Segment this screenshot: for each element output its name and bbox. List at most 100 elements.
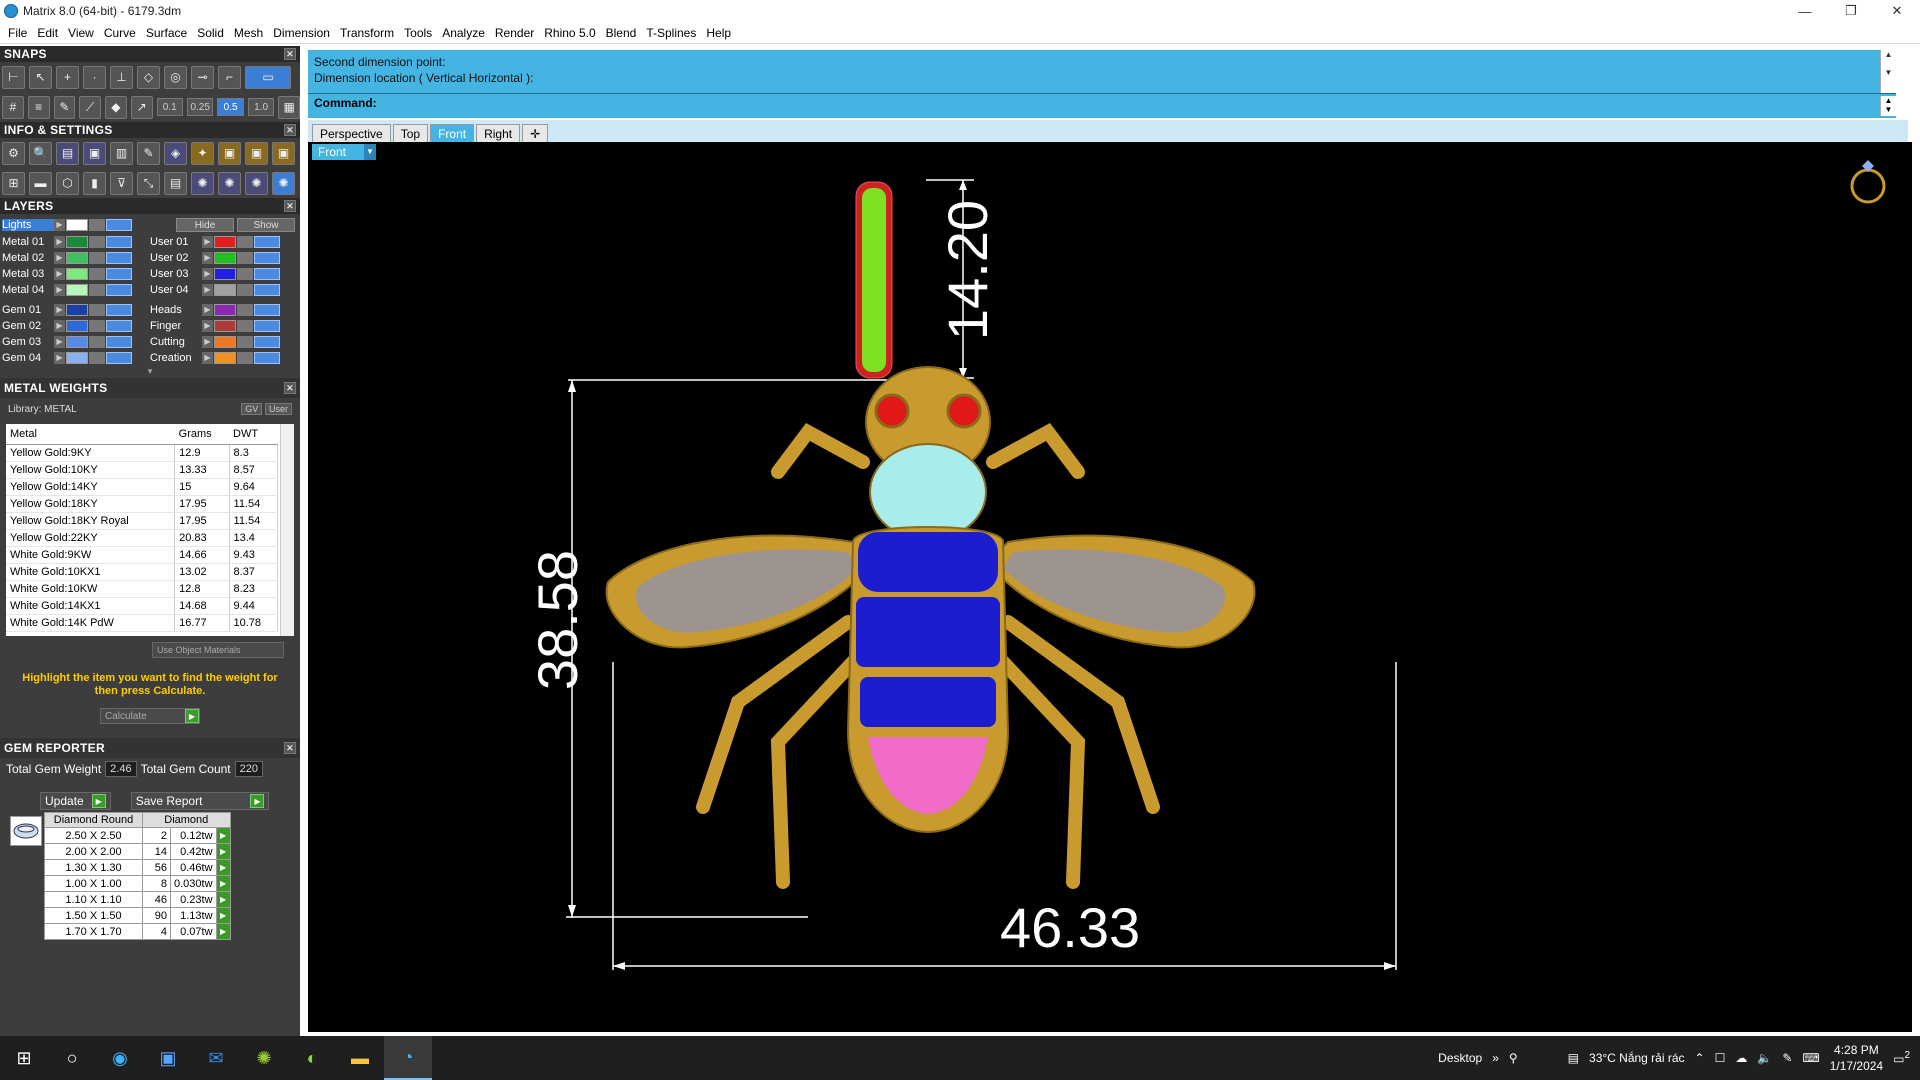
arrow-right-icon[interactable]: ▶ [54,252,65,264]
menu-tsplines[interactable]: T-Splines [641,26,701,40]
lock-icon[interactable] [89,336,105,348]
layer-visible-toggle[interactable] [254,304,280,316]
menu-render[interactable]: Render [490,26,539,40]
minimize-button[interactable]: — [1782,0,1828,22]
save-report-button[interactable]: Save Report ▶ [130,792,270,810]
mail-icon[interactable]: ✉ [192,1036,240,1080]
stack-icon[interactable]: ▤ [56,141,79,165]
lock-icon[interactable] [237,320,253,332]
chevron-icon[interactable]: » [1492,1051,1499,1065]
chevron-down-icon[interactable]: ▼ [364,144,376,160]
lock-icon[interactable] [89,236,105,248]
arrow-right-icon[interactable]: ▶ [54,236,65,248]
menu-curve[interactable]: Curve [99,26,141,40]
desktop-toolbar[interactable]: Desktop [1438,1051,1482,1065]
layer-visible-toggle[interactable] [106,268,132,280]
layer-color-swatch[interactable] [66,219,88,231]
store-icon[interactable]: ▣ [144,1036,192,1080]
windows-start-icon[interactable]: ⊞ [0,1036,48,1080]
gv-toggle[interactable]: GV [241,402,263,415]
save-icon[interactable]: ▥ [110,141,133,165]
layer-color-swatch[interactable] [66,352,88,364]
calculate-button[interactable]: Calculate ▶ [100,708,200,724]
close-icon[interactable]: ✕ [284,382,296,394]
add-tab-icon[interactable]: ✛ [522,124,549,142]
layer-name[interactable]: User 02 [150,252,202,264]
gem-icon[interactable]: ◈ [164,141,187,165]
layer-visible-toggle[interactable] [254,268,280,280]
lock-icon[interactable] [237,336,253,348]
matrix-app-icon[interactable]: ◔ [384,1036,432,1080]
select-gem-button[interactable]: ▶ [215,843,231,860]
pen-icon[interactable]: ✎ [1782,1051,1792,1065]
layer-visible-toggle[interactable] [106,304,132,316]
metal-table-scrollbar[interactable] [280,424,294,636]
menu-mesh[interactable]: Mesh [229,26,268,40]
snap-value-01[interactable]: 0.1 [156,98,183,116]
menu-help[interactable]: Help [701,26,736,40]
snap-project-icon[interactable]: ▭ [245,65,291,89]
layer-color-swatch[interactable] [214,268,236,280]
layer-name[interactable]: Metal 03 [2,268,54,280]
arrow-right-icon[interactable]: ▶ [54,320,65,332]
table-row[interactable]: 1.30 X 1.30 56 0.46tw ▶ [44,859,231,876]
layer-name[interactable]: Heads [150,304,202,316]
snap-mid-icon[interactable]: · [83,65,106,89]
layer-visible-toggle[interactable] [106,284,132,296]
table-row[interactable]: 1.70 X 1.70 4 0.07tw ▶ [44,923,231,940]
update-button[interactable]: Update ▶ [40,792,111,810]
transform-icon[interactable]: ⤡ [137,171,160,195]
menu-solid[interactable]: Solid [192,26,229,40]
arrow-right-icon[interactable]: ▶ [202,320,213,332]
grid4-icon[interactable]: ⊞ [2,171,25,195]
lock-icon[interactable] [89,252,105,264]
snap-value-10[interactable]: 1.0 [247,98,275,116]
cursor-icon[interactable]: ↗ [130,95,153,119]
viewport-label[interactable]: Front ▼ [312,144,376,160]
table-row[interactable]: White Gold:10KW 12.8 8.23 [6,580,279,598]
rhino-icon[interactable]: ✺ [240,1036,288,1080]
tab-front[interactable]: Front [430,124,475,142]
col-metal[interactable]: Metal [6,424,175,445]
layer-name[interactable]: Gem 04 [2,352,54,364]
lock-icon[interactable] [89,352,105,364]
search-icon[interactable]: ○ [48,1036,96,1080]
zoom-icon[interactable]: 🔍 [29,141,52,165]
layers-icon[interactable]: ≡ [27,95,50,119]
restore-button[interactable]: ❐ [1828,0,1874,22]
layer-name[interactable]: Cutting [150,336,202,348]
table-row[interactable]: Yellow Gold:14KY 15 9.64 [6,478,279,496]
layer-name[interactable]: Metal 01 [2,236,54,248]
layer-color-swatch[interactable] [66,304,88,316]
collapse-icon[interactable]: ▾ [2,366,298,378]
ruler-icon[interactable]: ⟋ [79,95,101,119]
layer-color-swatch[interactable] [66,336,88,348]
arrow-right-icon[interactable]: ▶ [54,268,65,280]
close-icon[interactable]: ✕ [284,742,296,754]
keyboard-icon[interactable]: ⌨ [1802,1051,1819,1065]
layer-color-swatch[interactable] [66,320,88,332]
lock-icon[interactable] [237,236,253,248]
filter-icon[interactable]: ⊽ [110,171,133,195]
table-row[interactable]: 1.50 X 1.50 90 1.13tw ▶ [44,907,231,924]
people-icon[interactable]: ⚲ [1509,1051,1518,1065]
snap-perp-icon[interactable]: ⊥ [110,65,133,89]
lock-icon[interactable] [89,304,105,316]
layer-color-swatch[interactable] [66,236,88,248]
grid-icon[interactable]: # [2,95,24,119]
layer-color-swatch[interactable] [214,320,236,332]
tool-1-icon[interactable]: ✦ [191,141,214,165]
volume-icon[interactable]: 🔈 [1757,1051,1772,1065]
use-object-materials-button[interactable]: Use Object Materials [152,642,284,658]
layer-visible-toggle[interactable] [254,284,280,296]
layer-name[interactable]: User 01 [150,236,202,248]
layer-name[interactable]: Metal 04 [2,284,54,296]
menu-rhino[interactable]: Rhino 5.0 [539,26,600,40]
lock-icon[interactable] [237,268,253,280]
close-button[interactable]: ✕ [1874,0,1920,22]
layer-visible-toggle[interactable] [106,252,132,264]
clock[interactable]: 4:28 PM 1/17/2024 [1830,1042,1883,1074]
tab-right[interactable]: Right [476,124,521,142]
arrow-right-icon[interactable]: ▶ [202,304,213,316]
layer-name[interactable]: Metal 02 [2,252,54,264]
